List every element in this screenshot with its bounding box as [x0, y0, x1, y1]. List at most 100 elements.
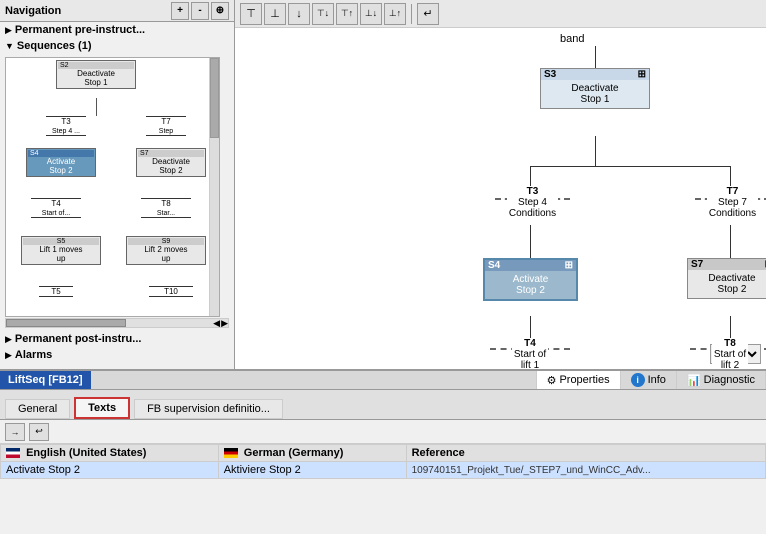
- diagram-toolbar: ⊤ ⊥ ↓ ⊤↓ ⊤↑ ⊥↓ ⊥↑ ↵: [235, 0, 766, 28]
- mini-nav-left[interactable]: ◀: [213, 318, 220, 329]
- step-s3-grid-icon: ⊞: [638, 69, 646, 80]
- tab-texts-label: Texts: [88, 402, 116, 414]
- v-line-1: [96, 98, 97, 116]
- languages-table: English (United States) German (Germany)…: [0, 444, 766, 479]
- nav-item-sequences[interactable]: ▼ Sequences (1): [0, 38, 234, 54]
- sfc-step-s7[interactable]: S7 ⊞ DeactivateStop 2: [687, 258, 766, 299]
- sfc-canvas[interactable]: band S3 ⊞ DeactivateStop 1: [235, 28, 766, 369]
- sfc-transition-t3[interactable]: T3 Step 4Conditions: [495, 186, 570, 219]
- sfc-transition-t4[interactable]: T4 Start oflift 1: [490, 338, 570, 369]
- mini-trans-t5: T5: [36, 286, 76, 297]
- sfc-transition-t7[interactable]: T7 Step 7Conditions: [695, 186, 766, 219]
- mini-hscroll-thumb[interactable]: [6, 319, 126, 327]
- nav-item-permanent-pre[interactable]: ▶ Permanent pre-instruct...: [0, 22, 234, 38]
- step-s4-label: ActivateStop 2: [485, 271, 576, 299]
- mini-trans-t7: T7Step: [136, 116, 196, 136]
- liftseq-title: LiftSeq [FB12]: [0, 371, 91, 389]
- sfc-step-s3[interactable]: S3 ⊞ DeactivateStop 1: [540, 68, 650, 109]
- toolbar-btn-8[interactable]: ↵: [417, 3, 439, 25]
- mini-trans-t8: T8Star...: [136, 198, 196, 218]
- nav-item-alarms[interactable]: ▶ Alarms: [0, 347, 234, 363]
- bottom-right-tabs: ⚙ Properties i Info 📊 Diagnostic: [536, 371, 766, 389]
- toolbar-separator: [411, 4, 412, 24]
- hline-branch: [530, 166, 730, 167]
- properties-icon: ⚙: [547, 374, 557, 387]
- vline-top-s3: [595, 46, 596, 68]
- toolbar-btn-5[interactable]: ⊤↑: [336, 3, 358, 25]
- nav-item-permanent-post[interactable]: ▶ Permanent post-instru...: [0, 331, 234, 347]
- diagnostic-icon: 📊: [687, 374, 701, 387]
- nav-zoom-in-btn[interactable]: +: [171, 2, 189, 20]
- col-header-ref: Reference: [406, 445, 765, 462]
- tab-properties-label: Properties: [559, 374, 609, 386]
- mini-nav-arrows: ◀ ▶: [213, 318, 228, 329]
- cell-en: Activate Stop 2: [1, 462, 219, 479]
- main-container: Navigation + - ⊕ ▶ Permanent pre-instruc…: [0, 0, 766, 534]
- toolbar-btn-4[interactable]: ⊤↓: [312, 3, 334, 25]
- vline-s3-branch: [595, 136, 596, 166]
- toolbar-btn-7[interactable]: ⊥↑: [384, 3, 406, 25]
- mini-node-s5: S5 Lift 1 movesup: [21, 236, 101, 265]
- mini-scroll-thumb[interactable]: [210, 58, 219, 138]
- toolbar-btn-2[interactable]: ⊥: [264, 3, 286, 25]
- table-row[interactable]: Activate Stop 2 Aktiviere Stop 2 1097401…: [1, 462, 766, 479]
- toolbar-btn-1[interactable]: ⊤: [240, 3, 262, 25]
- mini-hscroll[interactable]: ◀ ▶: [5, 318, 229, 328]
- tab-diagnostic-label: Diagnostic: [704, 374, 755, 386]
- mini-scroll-indicator[interactable]: [209, 58, 219, 316]
- col-de-label: German (Germany): [244, 447, 344, 459]
- nav-item-label: Permanent post-instru...: [15, 333, 142, 345]
- nav-item-label: Sequences (1): [17, 40, 92, 52]
- nav-title: Navigation: [5, 5, 61, 17]
- ref-text: 109740151_Projekt_Tue/_STEP7_und_WinCC_A…: [412, 465, 651, 476]
- step-s4-header: S4 ⊞: [485, 260, 576, 271]
- bottom-toolbar-btn-1[interactable]: →: [5, 423, 25, 441]
- tab-general[interactable]: General: [5, 399, 70, 419]
- step-s4-grid-icon: ⊞: [565, 260, 573, 271]
- mini-node-s2: S2 DeactivateStop 1: [56, 60, 136, 89]
- step-s7-id: S7: [691, 259, 703, 270]
- toolbar-btn-3[interactable]: ↓: [288, 3, 310, 25]
- mini-nav-right[interactable]: ▶: [221, 318, 228, 329]
- diagram-area: ⊤ ⊥ ↓ ⊤↓ ⊤↑ ⊥↓ ⊥↑ ↵ band: [235, 0, 766, 369]
- tab-fb-supervision[interactable]: FB supervision definitio...: [134, 399, 283, 419]
- t4-label: T4 Start oflift 1: [512, 338, 548, 369]
- bottom-toolbar-btn-2[interactable]: ↩: [29, 423, 49, 441]
- t8-label: T8 Start oflift 2: [712, 338, 748, 369]
- tab-texts[interactable]: Texts: [74, 397, 130, 419]
- step-s3-label: DeactivateStop 1: [541, 80, 649, 108]
- mini-node-s7: S7 DeactivateStop 2: [136, 148, 206, 177]
- cell-ref: 109740151_Projekt_Tue/_STEP7_und_WinCC_A…: [406, 462, 765, 479]
- nav-fit-btn[interactable]: ⊕: [211, 2, 229, 20]
- tab-info-label: Info: [648, 374, 666, 386]
- nav-zoom-out-btn[interactable]: -: [191, 2, 209, 20]
- tab-fb-supervision-label: FB supervision definitio...: [147, 403, 270, 415]
- sfc-step-s4-active[interactable]: S4 ⊞ ActivateStop 2: [483, 258, 578, 301]
- de-flag-icon: [224, 448, 238, 458]
- toolbar-btn-6[interactable]: ⊥↓: [360, 3, 382, 25]
- arrow-icon: ▶: [5, 25, 12, 36]
- step-s7-header: S7 ⊞: [688, 259, 766, 270]
- arrow-icon: ▶: [5, 334, 12, 345]
- top-area: Navigation + - ⊕ ▶ Permanent pre-instruc…: [0, 0, 766, 369]
- de-text: Aktiviere Stop 2: [224, 464, 301, 476]
- mini-diagram-container: S2 DeactivateStop 1 T3Step 4 ...: [0, 54, 234, 331]
- mini-trans-t4: T4Start of...: [26, 198, 86, 218]
- mini-trans-t3: T3Step 4 ...: [36, 116, 96, 136]
- tab-diagnostic[interactable]: 📊 Diagnostic: [677, 371, 766, 389]
- info-icon: i: [631, 373, 645, 387]
- us-flag-icon: [6, 448, 20, 458]
- col-header-de: German (Germany): [218, 445, 406, 462]
- nav-header: Navigation + - ⊕: [0, 0, 234, 22]
- band-label: band: [560, 33, 584, 45]
- cell-de: Aktiviere Stop 2: [218, 462, 406, 479]
- nav-item-label: Alarms: [15, 349, 52, 361]
- tab-properties[interactable]: ⚙ Properties: [537, 371, 621, 389]
- en-text: Activate Stop 2: [6, 464, 80, 476]
- step-s7-label: DeactivateStop 2: [688, 270, 766, 298]
- tab-info[interactable]: i Info: [621, 371, 677, 389]
- sfc-container: band S3 ⊞ DeactivateStop 1: [235, 28, 766, 369]
- spacer: [91, 371, 536, 389]
- col-en-label: English (United States): [26, 447, 146, 459]
- nav-tree: ▶ Permanent pre-instruct... ▼ Sequences …: [0, 22, 234, 369]
